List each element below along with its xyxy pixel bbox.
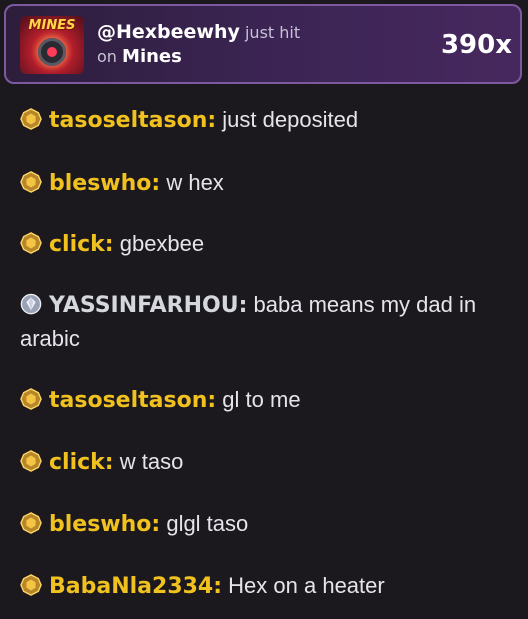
mines-logo: MINES [28,18,76,33]
chat-username[interactable]: tasoseltason: [49,388,216,413]
chat-username[interactable]: YASSINFARHOU: [49,293,247,318]
gold-rank-icon [20,574,42,596]
chat-messages: tasoseltason: just deposited bleswho: w … [0,92,528,603]
chat-text: glgl taso [166,511,249,536]
chat-message: click: gbexbee [0,227,528,261]
chat-text: Hex on a heater [228,573,385,598]
mines-game-thumbnail[interactable]: MINES [20,16,84,74]
chat-text: gl to me [222,387,301,412]
chat-message: bleswho: w hex [0,166,528,200]
mine-icon [38,38,66,66]
gold-rank-icon [20,450,42,472]
chat-text: just deposited [222,107,359,132]
diamond-rank-icon [20,293,42,315]
gold-rank-icon [20,512,42,534]
chat-text: gbexbee [119,231,205,256]
chat-username[interactable]: bleswho: [49,512,160,537]
gold-rank-icon [20,108,42,130]
chat-username[interactable]: BabaNla2334: [49,574,222,599]
chat-message: BabaNla2334: Hex on a heater [0,569,528,603]
game-name[interactable]: Mines [122,46,182,67]
chat-message: bleswho: glgl taso [0,507,528,541]
on-text: on [97,47,117,66]
chat-username[interactable]: tasoseltason: [49,108,216,133]
chat-username[interactable]: click: [49,232,114,257]
chat-message: YASSINFARHOU: baba means my dad in arabi… [0,288,528,355]
gold-rank-icon [20,388,42,410]
gold-rank-icon [20,232,42,254]
chat-username[interactable]: bleswho: [49,171,160,196]
chat-message: tasoseltason: just deposited [0,103,528,137]
chat-username[interactable]: click: [49,450,114,475]
win-multiplier: 390x [440,30,512,60]
winner-username[interactable]: @Hexbeewhy [97,21,240,43]
win-action-text: just hit [244,23,301,42]
chat-message: click: w taso [0,445,528,479]
gold-rank-icon [20,171,42,193]
big-win-banner[interactable]: MINES @Hexbeewhy just hit on Mines 390x [4,4,522,84]
chat-text: w taso [119,449,184,474]
chat-panel: MINES @Hexbeewhy just hit on Mines 390x … [0,0,528,619]
chat-text: w hex [166,170,224,195]
big-win-text: @Hexbeewhy just hit on Mines [97,20,300,69]
chat-message: tasoseltason: gl to me [0,383,528,417]
